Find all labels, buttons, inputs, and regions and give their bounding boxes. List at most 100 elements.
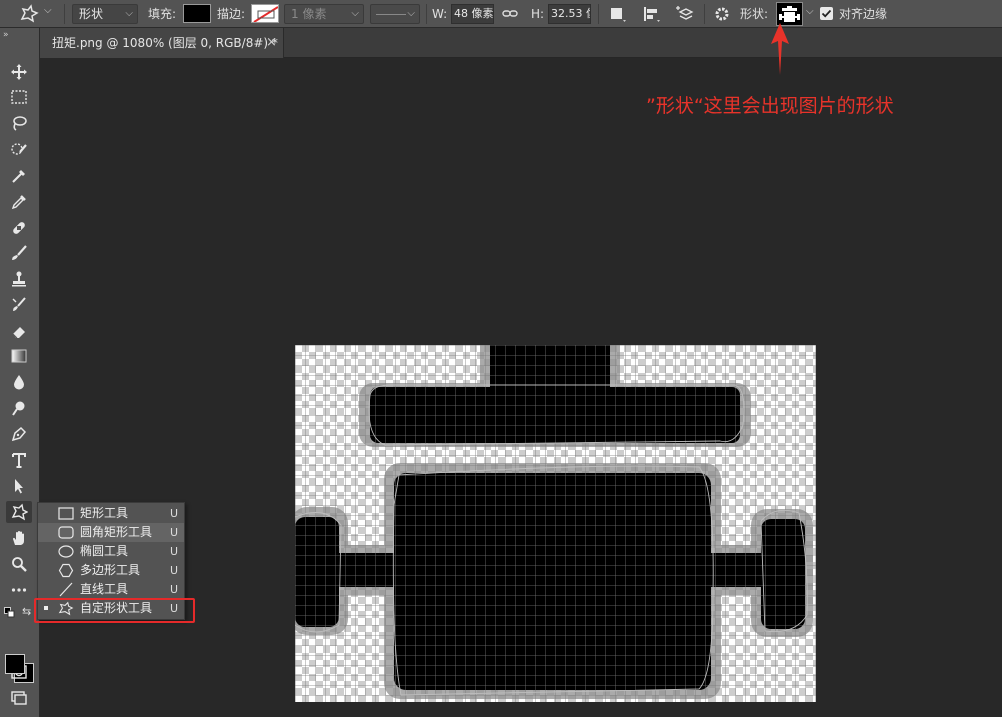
rect-marquee-icon xyxy=(11,90,27,104)
ellipse-icon xyxy=(58,545,74,558)
shape-label: 形状: xyxy=(740,7,769,21)
healing-brush-tool[interactable] xyxy=(6,217,32,239)
flyout-item-label: 椭圆工具 xyxy=(80,544,129,558)
more-dots-icon xyxy=(11,588,27,592)
fill-swatch[interactable] xyxy=(183,4,211,23)
eraser-icon xyxy=(12,327,25,339)
chevron-down-icon: ⌵ xyxy=(125,8,133,19)
flyout-item-shortcut: U xyxy=(170,564,179,577)
stroke-type-select[interactable]: ⌵ xyxy=(370,4,420,24)
lasso-tool[interactable] xyxy=(6,112,32,134)
blur-tool[interactable] xyxy=(6,371,32,393)
foreground-color-swatch[interactable] xyxy=(5,654,25,674)
hand-icon xyxy=(13,531,24,545)
flyout-item-shortcut: U xyxy=(170,526,179,539)
clone-stamp-tool[interactable] xyxy=(6,268,32,290)
flyout-item-line[interactable]: 直线工具 U xyxy=(38,580,184,599)
more-tools[interactable] xyxy=(6,579,32,601)
gear-icon[interactable] xyxy=(713,5,731,23)
dodge-icon xyxy=(12,401,25,416)
chevron-down-icon[interactable]: ⌵ xyxy=(806,6,814,17)
crop-tool[interactable] xyxy=(6,165,32,187)
flyout-item-ellipse[interactable]: 椭圆工具 U xyxy=(38,542,184,561)
path-arrangement-icon[interactable] xyxy=(674,4,696,24)
document-tab-title: 扭矩.png @ 1080% (图层 0, RGB/8#) * xyxy=(52,36,278,50)
gradient-icon xyxy=(11,349,27,363)
type-icon xyxy=(12,453,26,468)
width-input[interactable]: 48 像素 xyxy=(451,4,494,24)
width-value: 48 像素 xyxy=(454,7,494,20)
stroke-width-field[interactable]: 1 像素 ⌵ xyxy=(284,4,364,24)
marquee-tool[interactable] xyxy=(6,86,32,108)
align-edges-label: 对齐边缘 xyxy=(839,7,888,21)
height-value: 32.53 像 xyxy=(551,7,590,20)
tool-mode-value: 形状 xyxy=(79,7,104,21)
screen-mode-icon xyxy=(11,691,27,705)
flyout-item-label: 圆角矩形工具 xyxy=(80,525,153,539)
custom-shape-tool[interactable] xyxy=(6,501,32,523)
tool-mode-select[interactable]: 形状 ⌵ xyxy=(72,4,138,24)
width-label: W: xyxy=(432,7,448,21)
flyout-item-label: 矩形工具 xyxy=(80,506,129,520)
chevron-down-icon: ⌵ xyxy=(351,8,359,19)
flyout-item-label: 直线工具 xyxy=(80,582,129,596)
tool-preset-picker[interactable]: ⌵ xyxy=(14,4,56,24)
type-tool[interactable] xyxy=(6,449,32,471)
gradient-tool[interactable] xyxy=(6,345,32,367)
quick-select-tool[interactable] xyxy=(6,139,32,161)
checkmark-icon xyxy=(821,9,832,18)
flyout-item-label: 多边形工具 xyxy=(80,563,141,577)
screen-mode-button[interactable] xyxy=(6,687,32,709)
stroke-swatch[interactable] xyxy=(251,4,279,23)
flyout-item-polygon[interactable]: 多边形工具 U xyxy=(38,561,184,580)
zoom-tool[interactable] xyxy=(6,553,32,575)
rounded-rectangle-icon xyxy=(58,526,74,539)
flyout-item-rectangle[interactable]: 矩形工具 U xyxy=(38,504,184,523)
magnifier-icon xyxy=(12,557,27,572)
close-icon[interactable]: × xyxy=(266,28,277,58)
highlight-annotation-box xyxy=(34,598,195,623)
path-operations-icon[interactable] xyxy=(608,5,628,23)
history-brush-icon xyxy=(12,297,26,311)
quick-select-icon xyxy=(11,143,27,155)
move-icon xyxy=(11,64,27,80)
bandage-icon xyxy=(13,222,25,234)
collapse-panel-icon[interactable]: » xyxy=(3,30,8,40)
eyedropper-tool[interactable] xyxy=(6,191,32,213)
path-select-tool[interactable] xyxy=(6,475,32,497)
flyout-item-rounded-rectangle[interactable]: 圆角矩形工具 U xyxy=(38,523,184,542)
default-colors-icon[interactable] xyxy=(4,607,15,618)
move-tool[interactable] xyxy=(6,61,32,83)
flyout-item-shortcut: U xyxy=(170,583,179,596)
stamp-icon xyxy=(12,271,26,287)
stroke-width-value: 1 像素 xyxy=(291,7,327,21)
dodge-tool[interactable] xyxy=(6,397,32,419)
link-icon[interactable] xyxy=(502,6,518,22)
swap-colors-icon[interactable]: ⇆ xyxy=(22,605,31,618)
document-tab-bar: 扭矩.png @ 1080% (图层 0, RGB/8#) * × xyxy=(40,28,1002,58)
brush-icon xyxy=(12,245,27,260)
annotation-arrow-icon xyxy=(771,23,789,75)
history-brush-tool[interactable] xyxy=(6,294,32,316)
flyout-item-shortcut: U xyxy=(170,545,179,558)
drop-icon xyxy=(14,375,24,390)
height-label: H: xyxy=(531,7,545,21)
pen-tool[interactable] xyxy=(6,423,32,445)
eyedropper-icon xyxy=(11,195,26,210)
document-canvas[interactable] xyxy=(295,345,816,702)
rectangle-icon xyxy=(58,507,74,520)
chevron-down-icon: ⌵ xyxy=(44,5,52,16)
eraser-tool[interactable] xyxy=(6,320,32,342)
document-tab[interactable]: 扭矩.png @ 1080% (图层 0, RGB/8#) * × xyxy=(40,28,284,58)
options-bar: ⌵ 形状 ⌵ 填充: 描边: 1 像素 ⌵ ⌵ W: 48 像素 H: 32.5… xyxy=(0,0,1002,28)
brush-tool[interactable] xyxy=(6,242,32,264)
arrow-cursor-icon xyxy=(15,479,23,494)
align-edges-checkbox[interactable] xyxy=(820,7,833,20)
hand-tool[interactable] xyxy=(6,527,32,549)
lasso-icon xyxy=(13,116,27,131)
stroke-line-preview xyxy=(376,14,406,15)
custom-shape-icon xyxy=(20,4,39,23)
height-input[interactable]: 32.53 像 xyxy=(548,4,591,24)
path-alignment-icon[interactable] xyxy=(642,5,662,23)
no-color-icon xyxy=(253,6,278,22)
